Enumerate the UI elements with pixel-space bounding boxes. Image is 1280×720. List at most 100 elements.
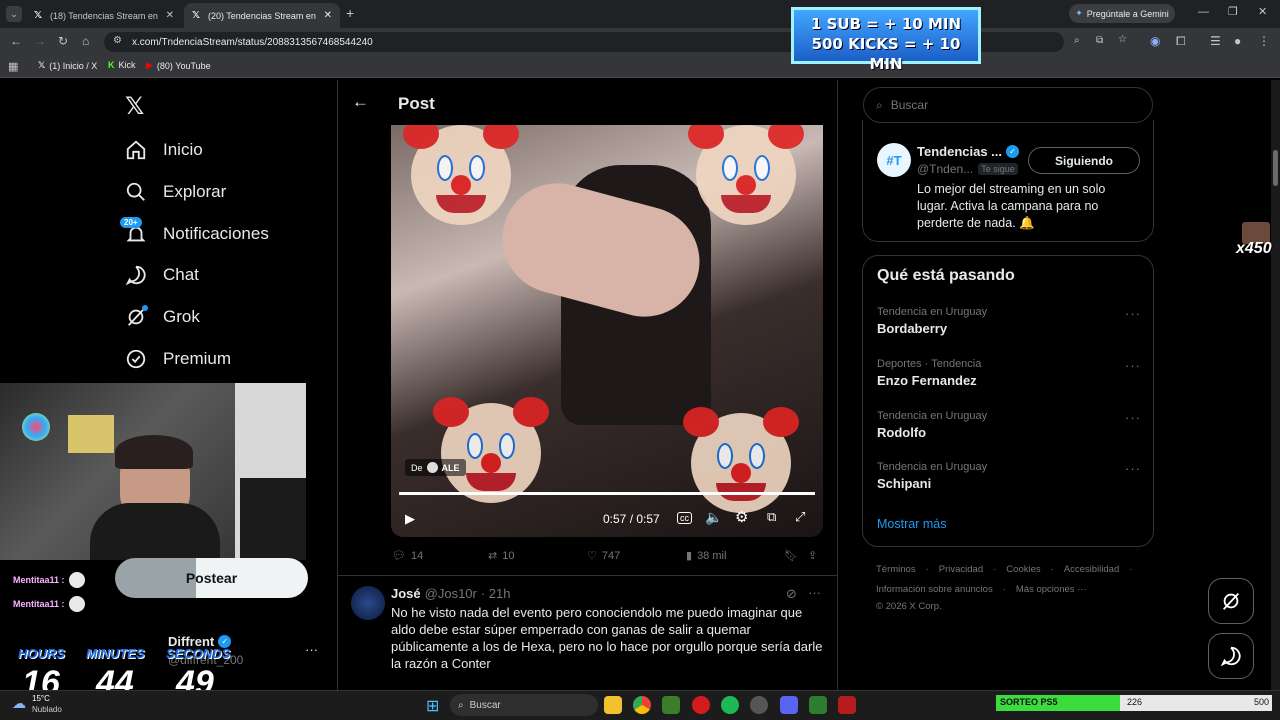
- trend-more-icon[interactable]: ···: [1125, 306, 1141, 321]
- repost-action[interactable]: ⇄ 10: [488, 549, 514, 563]
- extensions-puzzle-icon[interactable]: ⧠: [1176, 34, 1186, 49]
- back-arrow-icon[interactable]: ←: [352, 92, 369, 112]
- bookmark-kick[interactable]: K Kick: [108, 60, 136, 70]
- taskbar-search[interactable]: ⌕ Buscar: [450, 694, 598, 716]
- reply-author-name[interactable]: José: [391, 586, 421, 601]
- post-button[interactable]: Postear: [115, 558, 308, 598]
- reply-action[interactable]: 💬︎ 14: [392, 549, 423, 563]
- tab-title: (20) Tendencias Stream en X: "...: [207, 10, 318, 21]
- fullscreen-icon[interactable]: ⤢: [795, 509, 805, 525]
- bookmark-x[interactable]: 𝕏 (1) Inicio / X: [38, 60, 97, 71]
- reading-list-icon[interactable]: ☰: [1210, 34, 1221, 48]
- reload-icon[interactable]: ↻: [58, 34, 68, 48]
- chrome-icon[interactable]: [633, 696, 651, 714]
- pip-icon[interactable]: ⧉: [767, 509, 776, 525]
- minecraft-icon[interactable]: [662, 696, 680, 714]
- account-more-icon[interactable]: ···: [305, 642, 318, 657]
- trend-item[interactable]: Tendencia en Uruguay Bordaberry ···: [877, 306, 1141, 336]
- sidebar-item-inicio[interactable]: Inicio: [125, 139, 203, 161]
- chat-line: Mentitaa11 :: [13, 596, 85, 612]
- file-explorer-icon[interactable]: [604, 696, 622, 714]
- trend-item[interactable]: Deportes · Tendencia Enzo Fernandez ···: [877, 358, 1141, 388]
- trend-more-icon[interactable]: ···: [1125, 461, 1141, 476]
- sidebar-item-explorar[interactable]: Explorar: [125, 181, 226, 203]
- app-icon[interactable]: [838, 696, 856, 714]
- close-tab-icon[interactable]: ✕: [324, 10, 332, 21]
- reply-author-handle[interactable]: @Jos10r: [425, 586, 477, 601]
- site-info-icon[interactable]: ⚙: [113, 35, 122, 46]
- bookmark-icon: 🔖︎: [784, 550, 798, 562]
- footer-link-more[interactable]: Más opciones ···: [1016, 584, 1087, 595]
- volume-icon[interactable]: 🔈: [705, 509, 722, 526]
- footer-link-cookies[interactable]: Cookies: [1006, 564, 1040, 575]
- windows-start-icon[interactable]: ⊞: [426, 696, 439, 716]
- app-icon[interactable]: [750, 696, 768, 714]
- close-window-icon[interactable]: ✕: [1258, 5, 1267, 18]
- restore-icon[interactable]: ❐: [1228, 5, 1238, 18]
- share-action[interactable]: ⇪: [808, 549, 817, 562]
- grok-explain-icon[interactable]: ⊘: [786, 586, 797, 602]
- app-icon[interactable]: [809, 696, 827, 714]
- repost-icon: ⇄: [488, 550, 498, 562]
- footer-link-accessibility[interactable]: Accesibilidad: [1064, 564, 1119, 575]
- trend-more-icon[interactable]: ···: [1125, 358, 1141, 373]
- discord-icon[interactable]: [780, 696, 798, 714]
- new-tab-button[interactable]: +: [346, 5, 354, 21]
- caption-avatar-icon: [426, 462, 438, 473]
- extension-icon[interactable]: ◉: [1150, 34, 1160, 48]
- sidebar-item-notificaciones[interactable]: 20+ Notificaciones: [120, 217, 269, 245]
- profile-icon[interactable]: ●: [1234, 34, 1241, 48]
- trend-more-icon[interactable]: ···: [1125, 410, 1141, 425]
- back-icon[interactable]: ←: [10, 34, 22, 48]
- captions-icon[interactable]: cc: [677, 512, 692, 524]
- opera-icon[interactable]: [692, 696, 710, 714]
- profile-name[interactable]: Tendencias ...: [917, 144, 1002, 159]
- install-icon[interactable]: ⧉: [1096, 35, 1103, 46]
- sidebar-item-premium[interactable]: Premium: [125, 348, 231, 370]
- trend-item[interactable]: Tendencia en Uruguay Rodolfo ···: [877, 410, 1141, 440]
- sidebar-item-chat[interactable]: Chat: [125, 264, 199, 286]
- video-progress-track[interactable]: [399, 492, 815, 495]
- like-action[interactable]: ♡ 747: [587, 549, 620, 563]
- following-button[interactable]: Siguiendo: [1028, 147, 1140, 174]
- show-more-link[interactable]: Mostrar más: [877, 517, 946, 531]
- reply-avatar[interactable]: [351, 586, 385, 620]
- gemini-button[interactable]: ✦ Pregúntale a Gemini: [1069, 4, 1175, 23]
- tab-search-button[interactable]: ⌄: [6, 6, 22, 22]
- forward-icon[interactable]: →: [34, 34, 46, 48]
- grok-floating-button[interactable]: [1208, 578, 1254, 624]
- browser-tab-1[interactable]: 𝕏 (18) Tendencias Stream en X: "... ✕: [26, 3, 182, 28]
- bookmark-label: Kick: [118, 60, 136, 70]
- x-logo-icon[interactable]: 𝕏: [125, 92, 144, 121]
- premium-icon: [125, 348, 147, 370]
- page-scrollbar[interactable]: [1271, 80, 1280, 690]
- close-tab-icon[interactable]: ✕: [166, 10, 174, 21]
- sidebar-item-grok[interactable]: Grok: [125, 305, 200, 328]
- scrollbar-thumb[interactable]: [1273, 150, 1278, 186]
- home-page-icon[interactable]: ⌂: [82, 34, 89, 48]
- menu-icon[interactable]: ⋮: [1258, 34, 1270, 48]
- minimize-icon[interactable]: —: [1198, 6, 1209, 18]
- bookmark-youtube[interactable]: ▶ (80) YouTube: [146, 60, 211, 71]
- chat-icon: [1220, 646, 1241, 667]
- apps-grid-icon[interactable]: ▦: [8, 60, 18, 73]
- weather-text[interactable]: Nublado: [32, 705, 62, 714]
- bookmark-action[interactable]: 🔖︎: [784, 549, 798, 562]
- trend-item[interactable]: Tendencia en Uruguay Schipani ···: [877, 461, 1141, 491]
- banner-line-2: 500 KICKS = + 10 MIN: [811, 35, 961, 73]
- reply-more-icon[interactable]: ···: [808, 585, 821, 600]
- bookmark-star-icon[interactable]: ☆: [1118, 34, 1127, 45]
- video-player[interactable]: De ALE ▶ 0:57 / 0:57 cc 🔈 ⚙ ⧉ ⤢: [391, 125, 823, 537]
- search-input[interactable]: ⌕ Buscar: [863, 87, 1153, 123]
- footer-link-privacy[interactable]: Privacidad: [939, 564, 983, 575]
- messages-floating-button[interactable]: [1208, 633, 1254, 679]
- zoom-icon[interactable]: ⌕: [1074, 35, 1080, 46]
- settings-gear-icon[interactable]: ⚙: [735, 508, 748, 526]
- footer-link-ads[interactable]: Información sobre anuncios: [876, 584, 993, 595]
- browser-tab-2[interactable]: 𝕏 (20) Tendencias Stream en X: "... ✕: [184, 3, 340, 28]
- play-icon[interactable]: ▶: [405, 511, 415, 527]
- views-action[interactable]: ▮ 38 mil: [686, 549, 726, 563]
- footer-link-terms[interactable]: Términos: [876, 564, 916, 575]
- spotify-icon[interactable]: [721, 696, 739, 714]
- profile-avatar[interactable]: #T: [877, 143, 911, 177]
